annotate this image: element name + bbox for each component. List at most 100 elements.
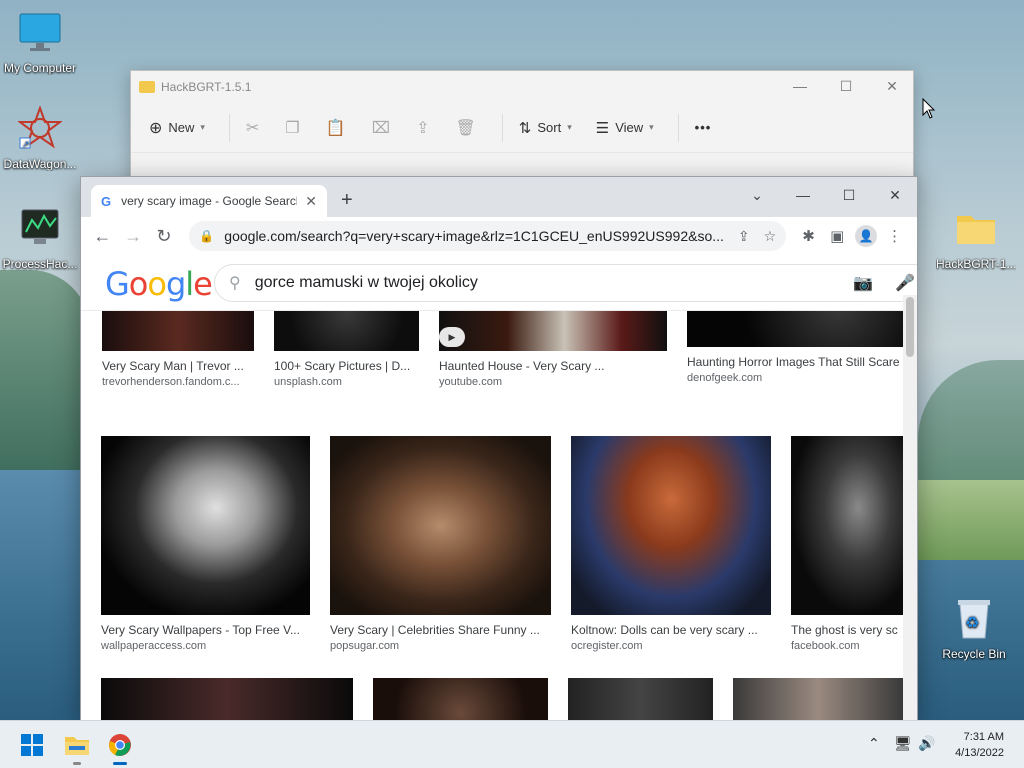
browser-tab-active[interactable]: G very scary image - Google Search ✕ [91, 185, 327, 217]
image-result-card[interactable] [373, 678, 548, 720]
result-thumbnail[interactable] [101, 436, 310, 615]
result-site: denofgeek.com [687, 372, 763, 384]
microphone-icon[interactable]: 🎤 [895, 273, 915, 293]
new-button[interactable]: ⊕ New ▾ [149, 118, 205, 138]
divider [228, 113, 230, 142]
rename-icon[interactable]: ⌧ [372, 118, 390, 138]
camera-lens-icon[interactable]: 📷 [853, 273, 873, 293]
svg-text:♻: ♻ [965, 613, 979, 632]
image-result-card[interactable]: The ghost is very sc facebook.com [791, 436, 903, 652]
side-panel-icon[interactable]: ▣ [823, 227, 852, 245]
lock-icon: 🔒 [199, 229, 215, 243]
system-clock[interactable]: 7:31 AM 4/13/2022 [955, 729, 1004, 761]
delete-icon[interactable]: 🗑 [455, 118, 475, 138]
extensions-puzzle-icon[interactable]: ✱ [794, 227, 823, 245]
result-title[interactable]: Koltnow: Dolls can be very scary ... [571, 623, 771, 637]
result-title[interactable]: Very Scary Man | Trevor ... [102, 359, 254, 373]
paste-icon[interactable]: 📋 [326, 118, 346, 138]
result-title[interactable]: The ghost is very sc [791, 623, 903, 637]
desktop-icon-my-computer[interactable]: My Computer [0, 10, 80, 75]
chrome-window[interactable]: G very scary image - Google Search ✕ + ⌄… [80, 176, 918, 721]
maximize-button[interactable]: ☐ [829, 181, 869, 209]
more-options-button[interactable]: ••• [695, 120, 712, 135]
cut-icon[interactable]: ✂ [246, 118, 259, 138]
result-title[interactable]: Very Scary | Celebrities Share Funny ... [330, 623, 551, 637]
view-button[interactable]: ☰ View ▾ [596, 119, 654, 137]
file-explorer-window[interactable]: HackBGRT-1.5.1 — ☐ ✕ ⊕ New ▾ ✂ ❐ 📋 ⌧ ⇪ 🗑… [130, 70, 914, 190]
google-logo[interactable]: Google [105, 265, 213, 303]
result-thumbnail[interactable] [373, 678, 548, 720]
chevron-up-icon[interactable]: ⌃ [868, 735, 880, 752]
search-query[interactable]: gorce mamuski w twojej okolicy [255, 274, 853, 292]
maximize-button[interactable]: ☐ [823, 71, 869, 101]
sort-icon: ⇅ [518, 119, 532, 137]
share-icon[interactable]: ⇪ [738, 228, 750, 245]
volume-icon[interactable]: 🔊 [918, 735, 935, 752]
chevron-down-icon: ▾ [649, 122, 654, 132]
taskbar: ⌃ 🖥 🔊 7:31 AM 4/13/2022 [0, 720, 1024, 768]
tab-strip: G very scary image - Google Search ✕ + ⌄… [81, 177, 917, 217]
recycle-bin-icon: ♻ [934, 596, 1014, 643]
desktop-icon-hackbgrt-folder[interactable]: HackBGRT-1... [936, 206, 1016, 271]
profile-avatar[interactable]: 👤 [852, 225, 881, 247]
tab-close-icon[interactable]: ✕ [305, 193, 317, 210]
taskbar-file-explorer[interactable] [61, 729, 93, 765]
result-site: youtube.com [439, 376, 502, 388]
result-thumbnail[interactable] [733, 678, 903, 720]
image-result-card[interactable] [101, 678, 353, 720]
google-search-box[interactable]: ⚲ gorce mamuski w twojej okolicy 📷 🎤 [214, 264, 917, 302]
new-label: New [168, 120, 195, 135]
reload-icon[interactable]: ↻ [151, 226, 178, 247]
desktop-icon-label: DataWagon... [3, 157, 77, 171]
process-monitor-icon [0, 206, 80, 253]
scrollbar-thumb[interactable] [906, 297, 914, 357]
svg-text:↗: ↗ [22, 140, 30, 150]
chevron-down-icon: ▾ [200, 122, 205, 132]
back-arrow-icon[interactable]: ← [89, 226, 116, 247]
divider [501, 113, 503, 142]
result-thumbnail[interactable] [571, 436, 771, 615]
minimize-button[interactable]: — [777, 71, 823, 101]
minimize-button[interactable]: — [783, 181, 823, 209]
google-search-header: Google ⚲ gorce mamuski w twojej okolicy … [81, 255, 917, 311]
new-tab-button[interactable]: + [341, 189, 353, 212]
address-url: google.com/search?q=very+scary+image&rlz… [224, 228, 724, 244]
result-title[interactable]: Haunted House - Very Scary ... [439, 359, 667, 373]
result-thumbnail[interactable] [330, 436, 551, 615]
page-scrollbar[interactable] [903, 295, 917, 720]
image-result-card[interactable] [568, 678, 713, 720]
result-thumbnail[interactable] [568, 678, 713, 720]
sort-button[interactable]: ⇅ Sort ▾ [519, 119, 572, 137]
result-title[interactable]: Very Scary Wallpapers - Top Free V... [101, 623, 310, 637]
taskbar-chrome[interactable] [104, 729, 136, 765]
copy-icon[interactable]: ❐ [285, 118, 299, 138]
image-result-card[interactable]: Very Scary Wallpapers - Top Free V... wa… [101, 436, 310, 652]
close-button[interactable]: ✕ [875, 181, 915, 209]
network-icon[interactable]: 🖥 [894, 735, 912, 752]
forward-arrow-icon[interactable]: → [120, 226, 147, 247]
close-button[interactable]: ✕ [869, 71, 915, 101]
result-site: trevorhenderson.fandom.c... [102, 376, 240, 388]
start-button[interactable] [16, 729, 48, 761]
menu-kebab-icon[interactable]: ⋮ [880, 227, 909, 245]
result-thumbnail[interactable] [791, 436, 903, 615]
desktop-icon-label: ProcessHac... [2, 257, 78, 271]
share-icon[interactable]: ⇪ [416, 118, 429, 138]
desktop-icon-processhacker[interactable]: ProcessHac... [0, 206, 80, 271]
result-thumbnail[interactable] [101, 678, 353, 720]
desktop-icon-label: HackBGRT-1... [936, 257, 1016, 271]
result-site: popsugar.com [330, 640, 400, 652]
bookmark-star-icon[interactable]: ☆ [764, 228, 777, 245]
desktop-icon-label: Recycle Bin [942, 647, 1006, 661]
video-play-icon: ▶ [439, 327, 465, 347]
tab-search-chevron-icon[interactable]: ⌄ [737, 181, 777, 209]
result-title[interactable]: Haunting Horror Images That Still Scare [687, 355, 903, 369]
desktop-icon-datawagon[interactable]: ↗ DataWagon... [0, 105, 80, 171]
image-result-card[interactable] [733, 678, 903, 720]
image-result-card[interactable]: Koltnow: Dolls can be very scary ... ocr… [571, 436, 771, 652]
folder-icon [65, 737, 89, 755]
result-title[interactable]: 100+ Scary Pictures | D... [274, 359, 419, 373]
image-result-card[interactable]: Very Scary | Celebrities Share Funny ...… [330, 436, 551, 652]
desktop-icon-recycle-bin[interactable]: ♻ Recycle Bin [934, 596, 1014, 661]
address-bar[interactable]: 🔒 google.com/search?q=very+scary+image&r… [189, 221, 787, 251]
